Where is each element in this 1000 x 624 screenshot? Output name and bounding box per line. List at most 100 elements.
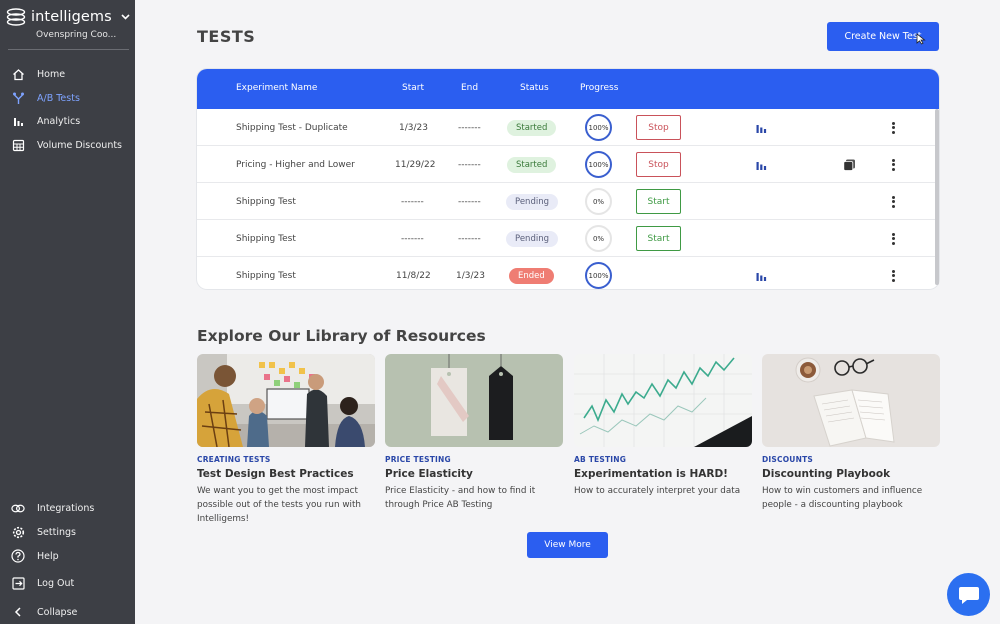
- analytics-icon[interactable]: [756, 160, 767, 170]
- experiment-name: Shipping Test: [236, 196, 296, 207]
- resource-description: How to accurately interpret your data: [574, 486, 741, 496]
- more-options-icon[interactable]: [891, 195, 895, 208]
- sidebar-item-settings[interactable]: Settings: [0, 522, 135, 542]
- resource-card-test-design[interactable]: CREATING TESTS Test Design Best Practice…: [197, 354, 375, 526]
- column-header-experiment-name: Experiment Name: [236, 83, 318, 93]
- help-icon: [11, 549, 25, 563]
- end-date: 1/3/23: [456, 270, 485, 281]
- start-date: 11/29/22: [395, 159, 436, 170]
- stop-button[interactable]: Stop: [636, 152, 681, 177]
- resource-title[interactable]: Test Design Best Practices: [197, 468, 375, 480]
- status-badge: Ended: [509, 267, 554, 284]
- resource-image-book-coffee[interactable]: [762, 354, 940, 447]
- sidebar-item-collapse[interactable]: Collapse: [0, 602, 135, 622]
- experiment-name: Shipping Test - Duplicate: [236, 122, 348, 133]
- chat-bubble-icon: [958, 586, 979, 604]
- resource-description: How to win customers and influence peopl…: [762, 486, 923, 510]
- resource-category: CREATING TESTS: [197, 455, 271, 464]
- mouse-cursor-icon: [916, 33, 926, 45]
- fork-icon: [11, 91, 25, 105]
- more-options-icon[interactable]: [891, 158, 895, 171]
- more-options-icon[interactable]: [891, 232, 895, 245]
- end-date: -------: [458, 122, 481, 133]
- more-options-icon[interactable]: [891, 269, 895, 282]
- resource-card-experimentation[interactable]: AB TESTING Experimentation is HARD! How …: [574, 354, 752, 498]
- resource-image-price-tags[interactable]: [385, 354, 563, 447]
- end-date: -------: [458, 233, 481, 244]
- sidebar-item-label: Home: [37, 68, 66, 80]
- tests-table: Experiment Name Start End Status Progres…: [197, 69, 939, 289]
- chevron-left-icon: [11, 605, 25, 619]
- table-row[interactable]: Shipping Test ------- ------- Pending 0%…: [197, 183, 939, 220]
- start-date: -------: [401, 233, 424, 244]
- column-header-end: End: [461, 83, 479, 93]
- table-header: Experiment Name Start End Status Progres…: [197, 69, 939, 109]
- column-header-start: Start: [402, 83, 424, 93]
- bar-chart-icon: [11, 114, 25, 128]
- sidebar: intelligems Ovenspring Coo... Home A/B T…: [0, 0, 135, 624]
- resources-section-title: Explore Our Library of Resources: [197, 327, 486, 345]
- stop-button[interactable]: Stop: [636, 115, 681, 140]
- table-row[interactable]: Pricing - Higher and Lower 11/29/22 ----…: [197, 146, 939, 183]
- resource-title[interactable]: Discounting Playbook: [762, 468, 940, 480]
- sidebar-item-help[interactable]: Help: [0, 546, 135, 566]
- resource-description: We want you to get the most impact possi…: [197, 486, 361, 524]
- progress-indicator: 0%: [585, 225, 612, 252]
- resource-category: PRICE TESTING: [385, 455, 451, 464]
- view-more-button[interactable]: View More: [527, 532, 608, 558]
- sidebar-item-label: Settings: [37, 526, 76, 538]
- sidebar-item-integrations[interactable]: Integrations: [0, 498, 135, 518]
- progress-indicator: 0%: [585, 188, 612, 215]
- logout-icon: [11, 576, 25, 590]
- sidebar-item-analytics[interactable]: Analytics: [0, 111, 135, 131]
- resource-image-line-chart[interactable]: [574, 354, 752, 447]
- intelligems-logo-icon: [6, 8, 26, 26]
- sidebar-item-label: Volume Discounts: [37, 139, 123, 151]
- resource-card-price-elasticity[interactable]: PRICE TESTING Price Elasticity Price Ela…: [385, 354, 563, 512]
- table-row[interactable]: Shipping Test 11/8/22 1/3/23 Ended 100%: [197, 257, 939, 289]
- sidebar-item-label: A/B Tests: [37, 92, 80, 104]
- sidebar-item-log-out[interactable]: Log Out: [0, 573, 135, 593]
- sidebar-item-label: Integrations: [37, 502, 95, 514]
- page-title: TESTS: [197, 27, 256, 46]
- experiment-name: Shipping Test: [236, 270, 296, 281]
- start-date: -------: [401, 196, 424, 207]
- link-icon: [11, 501, 25, 515]
- sidebar-item-home[interactable]: Home: [0, 64, 135, 84]
- more-options-icon[interactable]: [891, 121, 895, 134]
- calculator-icon: [11, 138, 25, 152]
- brand-switcher[interactable]: intelligems: [6, 8, 130, 26]
- store-name: Ovenspring Coo...: [36, 30, 117, 40]
- sidebar-item-label: Help: [37, 550, 59, 562]
- end-date: -------: [458, 159, 481, 170]
- analytics-icon[interactable]: [756, 123, 767, 133]
- sidebar-item-label: Log Out: [37, 577, 75, 589]
- table-scrollbar[interactable]: [935, 109, 939, 285]
- experiment-name: Shipping Test: [236, 233, 296, 244]
- experiment-name: Pricing - Higher and Lower: [236, 159, 355, 170]
- status-badge: Pending: [506, 193, 558, 210]
- resource-card-discounting[interactable]: DISCOUNTS Discounting Playbook How to wi…: [762, 354, 940, 512]
- status-badge: Pending: [506, 230, 558, 247]
- resource-image-team-meeting[interactable]: [197, 354, 375, 447]
- resource-category: DISCOUNTS: [762, 455, 813, 464]
- resource-title[interactable]: Price Elasticity: [385, 468, 563, 480]
- column-header-progress: Progress: [580, 83, 619, 93]
- sidebar-item-ab-tests[interactable]: A/B Tests: [0, 88, 135, 108]
- start-button[interactable]: Start: [636, 226, 681, 251]
- duplicate-icon[interactable]: [843, 159, 856, 171]
- column-header-status: Status: [520, 83, 549, 93]
- brand-name: intelligems: [31, 9, 112, 25]
- chevron-down-icon: [121, 14, 130, 20]
- progress-indicator: 100%: [585, 262, 612, 289]
- sidebar-item-volume-discounts[interactable]: Volume Discounts: [0, 135, 135, 155]
- analytics-icon[interactable]: [756, 271, 767, 281]
- table-row[interactable]: Shipping Test ------- ------- Pending 0%…: [197, 220, 939, 257]
- start-button[interactable]: Start: [636, 189, 681, 214]
- table-row[interactable]: Shipping Test - Duplicate 1/3/23 -------…: [197, 109, 939, 146]
- resource-category: AB TESTING: [574, 455, 627, 464]
- status-badge: Started: [507, 119, 557, 136]
- chat-support-button[interactable]: [947, 573, 990, 616]
- resource-title[interactable]: Experimentation is HARD!: [574, 468, 752, 480]
- progress-indicator: 100%: [585, 151, 612, 178]
